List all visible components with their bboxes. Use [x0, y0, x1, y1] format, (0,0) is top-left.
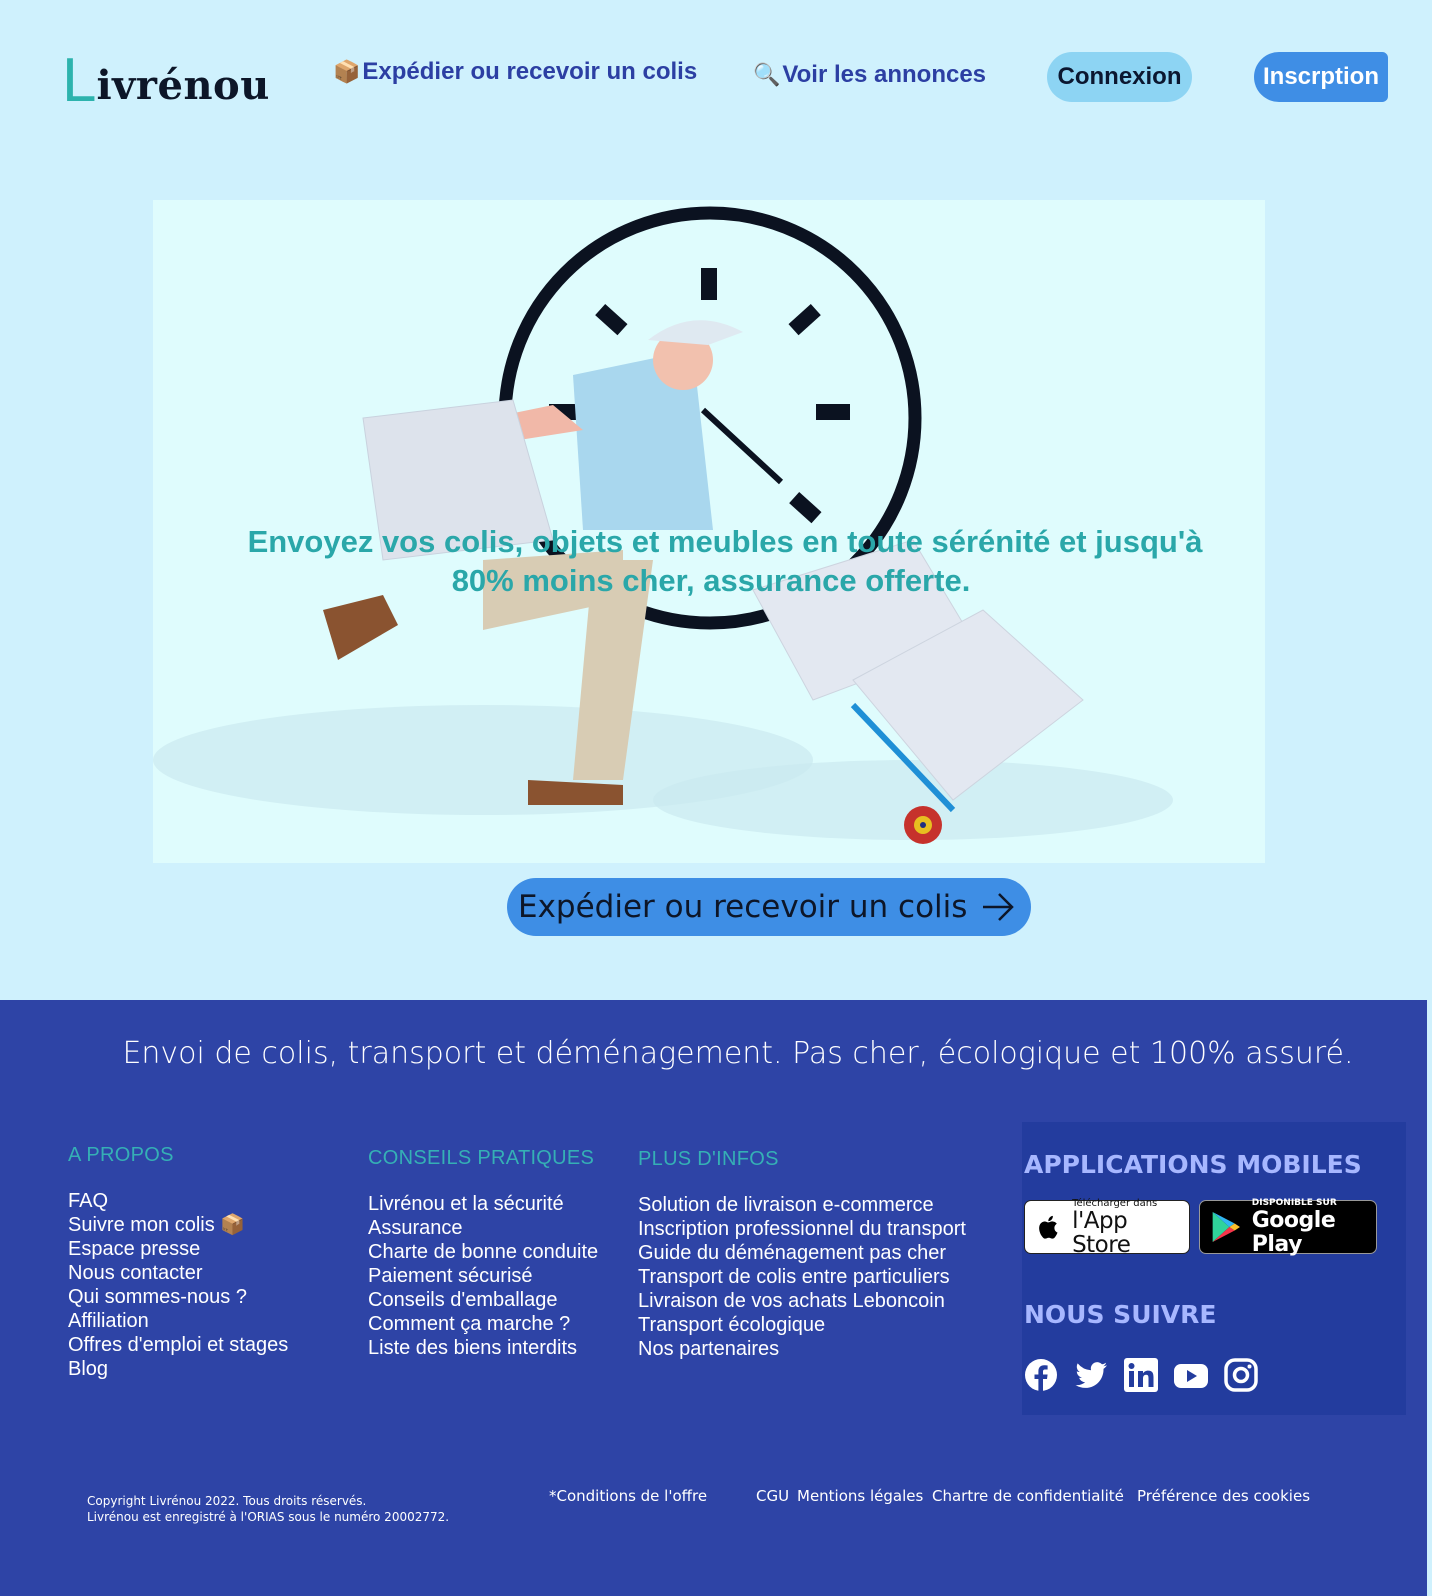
- footer-link[interactable]: Qui sommes-nous ?: [68, 1285, 288, 1309]
- footer-link[interactable]: Livrénou et la sécurité: [368, 1192, 598, 1216]
- copyright: Copyright Livrénou 2022. Tous droits rés…: [87, 1493, 449, 1525]
- footer-link[interactable]: Liste des biens interdits: [368, 1336, 598, 1360]
- logo[interactable]: L ivrénou: [62, 46, 270, 115]
- instagram-icon[interactable]: [1224, 1358, 1258, 1392]
- twitter-icon[interactable]: [1074, 1358, 1108, 1392]
- app-store-small-text: Télécharger dans: [1072, 1197, 1158, 1209]
- footer-column-about: A PROPOS FAQ Suivre mon colis 📦 Espace p…: [68, 1144, 288, 1381]
- cookie-preferences-link[interactable]: Préférence des cookies: [1137, 1487, 1310, 1505]
- hero-headline-line2: 80% moins cher, assurance offerte.: [451, 563, 971, 598]
- footer-link[interactable]: FAQ: [68, 1189, 288, 1213]
- nav-send-package[interactable]: 📦 Expédier ou recevoir un colis: [333, 58, 697, 86]
- footer-link[interactable]: Assurance: [368, 1216, 598, 1240]
- app-store-badge[interactable]: Télécharger dans l'App Store: [1024, 1197, 1190, 1258]
- logo-text: ivrénou: [96, 62, 270, 109]
- hero-banner: Envoyez vos colis, objets et meubles en …: [153, 200, 1265, 863]
- copyright-line2: Livrénou est enregistré à l'ORIAS sous l…: [87, 1510, 450, 1524]
- footer-link[interactable]: Transport de colis entre particuliers: [638, 1265, 966, 1289]
- copyright-line1: Copyright Livrénou 2022. Tous droits rés…: [87, 1494, 367, 1508]
- footer-link[interactable]: Livraison de vos achats Leboncoin: [638, 1289, 966, 1313]
- youtube-icon[interactable]: [1174, 1358, 1208, 1392]
- offer-conditions-link[interactable]: *Conditions de l'offre: [549, 1487, 707, 1505]
- nav-view-ads[interactable]: 🔍 Voir les annonces: [753, 61, 986, 89]
- package-icon: 📦: [333, 59, 361, 84]
- footer: Envoi de colis, transport et déménagemen…: [0, 1000, 1427, 1596]
- google-play-icon: [1212, 1212, 1240, 1242]
- signup-button[interactable]: Inscrption: [1254, 52, 1388, 102]
- apple-icon: [1039, 1215, 1058, 1239]
- login-button[interactable]: Connexion: [1047, 52, 1192, 102]
- google-play-name: Google Play: [1251, 1207, 1336, 1257]
- apps-panel: APPLICATIONS MOBILES Télécharger dans l'…: [1022, 1122, 1406, 1415]
- hero-headline-line1: Envoyez vos colis, objets et meubles en …: [247, 524, 1203, 559]
- nav-view-ads-label: Voir les annonces: [782, 61, 987, 88]
- footer-link[interactable]: Paiement sécurisé: [368, 1264, 598, 1288]
- footer-link[interactable]: Affiliation: [68, 1309, 288, 1333]
- footer-link[interactable]: Transport écologique: [638, 1313, 966, 1337]
- follow-title: NOUS SUIVRE: [1024, 1300, 1217, 1329]
- google-play-small-text: DISPONIBLE SUR: [1251, 1197, 1337, 1208]
- send-package-cta-button[interactable]: Expédier ou recevoir un colis: [507, 878, 1031, 936]
- footer-column-title: PLUS D'INFOS: [638, 1148, 779, 1170]
- cgu-link[interactable]: CGU: [756, 1487, 789, 1505]
- hero-headline: Envoyez vos colis, objets et meubles en …: [153, 522, 1265, 600]
- facebook-icon[interactable]: [1024, 1358, 1058, 1392]
- footer-tagline: Envoi de colis, transport et déménagemen…: [122, 1036, 1354, 1071]
- footer-column-info: PLUS D'INFOS Solution de livraison e-com…: [638, 1148, 966, 1361]
- footer-column-title: A PROPOS: [68, 1144, 174, 1166]
- nav-send-package-label: Expédier ou recevoir un colis: [362, 58, 698, 85]
- apps-title: APPLICATIONS MOBILES: [1024, 1150, 1362, 1179]
- footer-link[interactable]: Blog: [68, 1357, 288, 1381]
- footer-link[interactable]: Charte de bonne conduite: [368, 1240, 598, 1264]
- cta-label: Expédier ou recevoir un colis: [518, 889, 968, 925]
- magnifier-icon: 🔍: [753, 62, 781, 87]
- footer-link[interactable]: Solution de livraison e-commerce: [638, 1193, 966, 1217]
- footer-link[interactable]: Comment ça marche ?: [368, 1312, 598, 1336]
- legal-notice-link[interactable]: Mentions légales: [797, 1487, 923, 1505]
- footer-link[interactable]: Inscription professionnel du transport: [638, 1217, 966, 1241]
- footer-link[interactable]: Suivre mon colis 📦: [68, 1213, 288, 1237]
- footer-link[interactable]: Espace presse: [68, 1237, 288, 1261]
- footer-column-title: CONSEILS PRATIQUES: [368, 1147, 595, 1169]
- footer-link[interactable]: Guide du déménagement pas cher: [638, 1241, 966, 1265]
- footer-link[interactable]: Nos partenaires: [638, 1337, 966, 1361]
- footer-link[interactable]: Conseils d'emballage: [368, 1288, 598, 1312]
- privacy-charter-link[interactable]: Chartre de confidentialité: [932, 1487, 1124, 1505]
- footer-link[interactable]: Offres d'emploi et stages: [68, 1333, 288, 1357]
- google-play-badge[interactable]: DISPONIBLE SUR Google Play: [1199, 1197, 1377, 1257]
- logo-initial: L: [62, 46, 97, 115]
- footer-link[interactable]: Nous contacter: [68, 1261, 288, 1285]
- social-links: [1024, 1358, 1258, 1392]
- linkedin-icon[interactable]: [1124, 1358, 1158, 1392]
- footer-column-tips: CONSEILS PRATIQUES Livrénou et la sécuri…: [368, 1147, 598, 1360]
- arrow-right-icon: [983, 893, 1014, 921]
- app-store-name: l'App Store: [1072, 1207, 1131, 1258]
